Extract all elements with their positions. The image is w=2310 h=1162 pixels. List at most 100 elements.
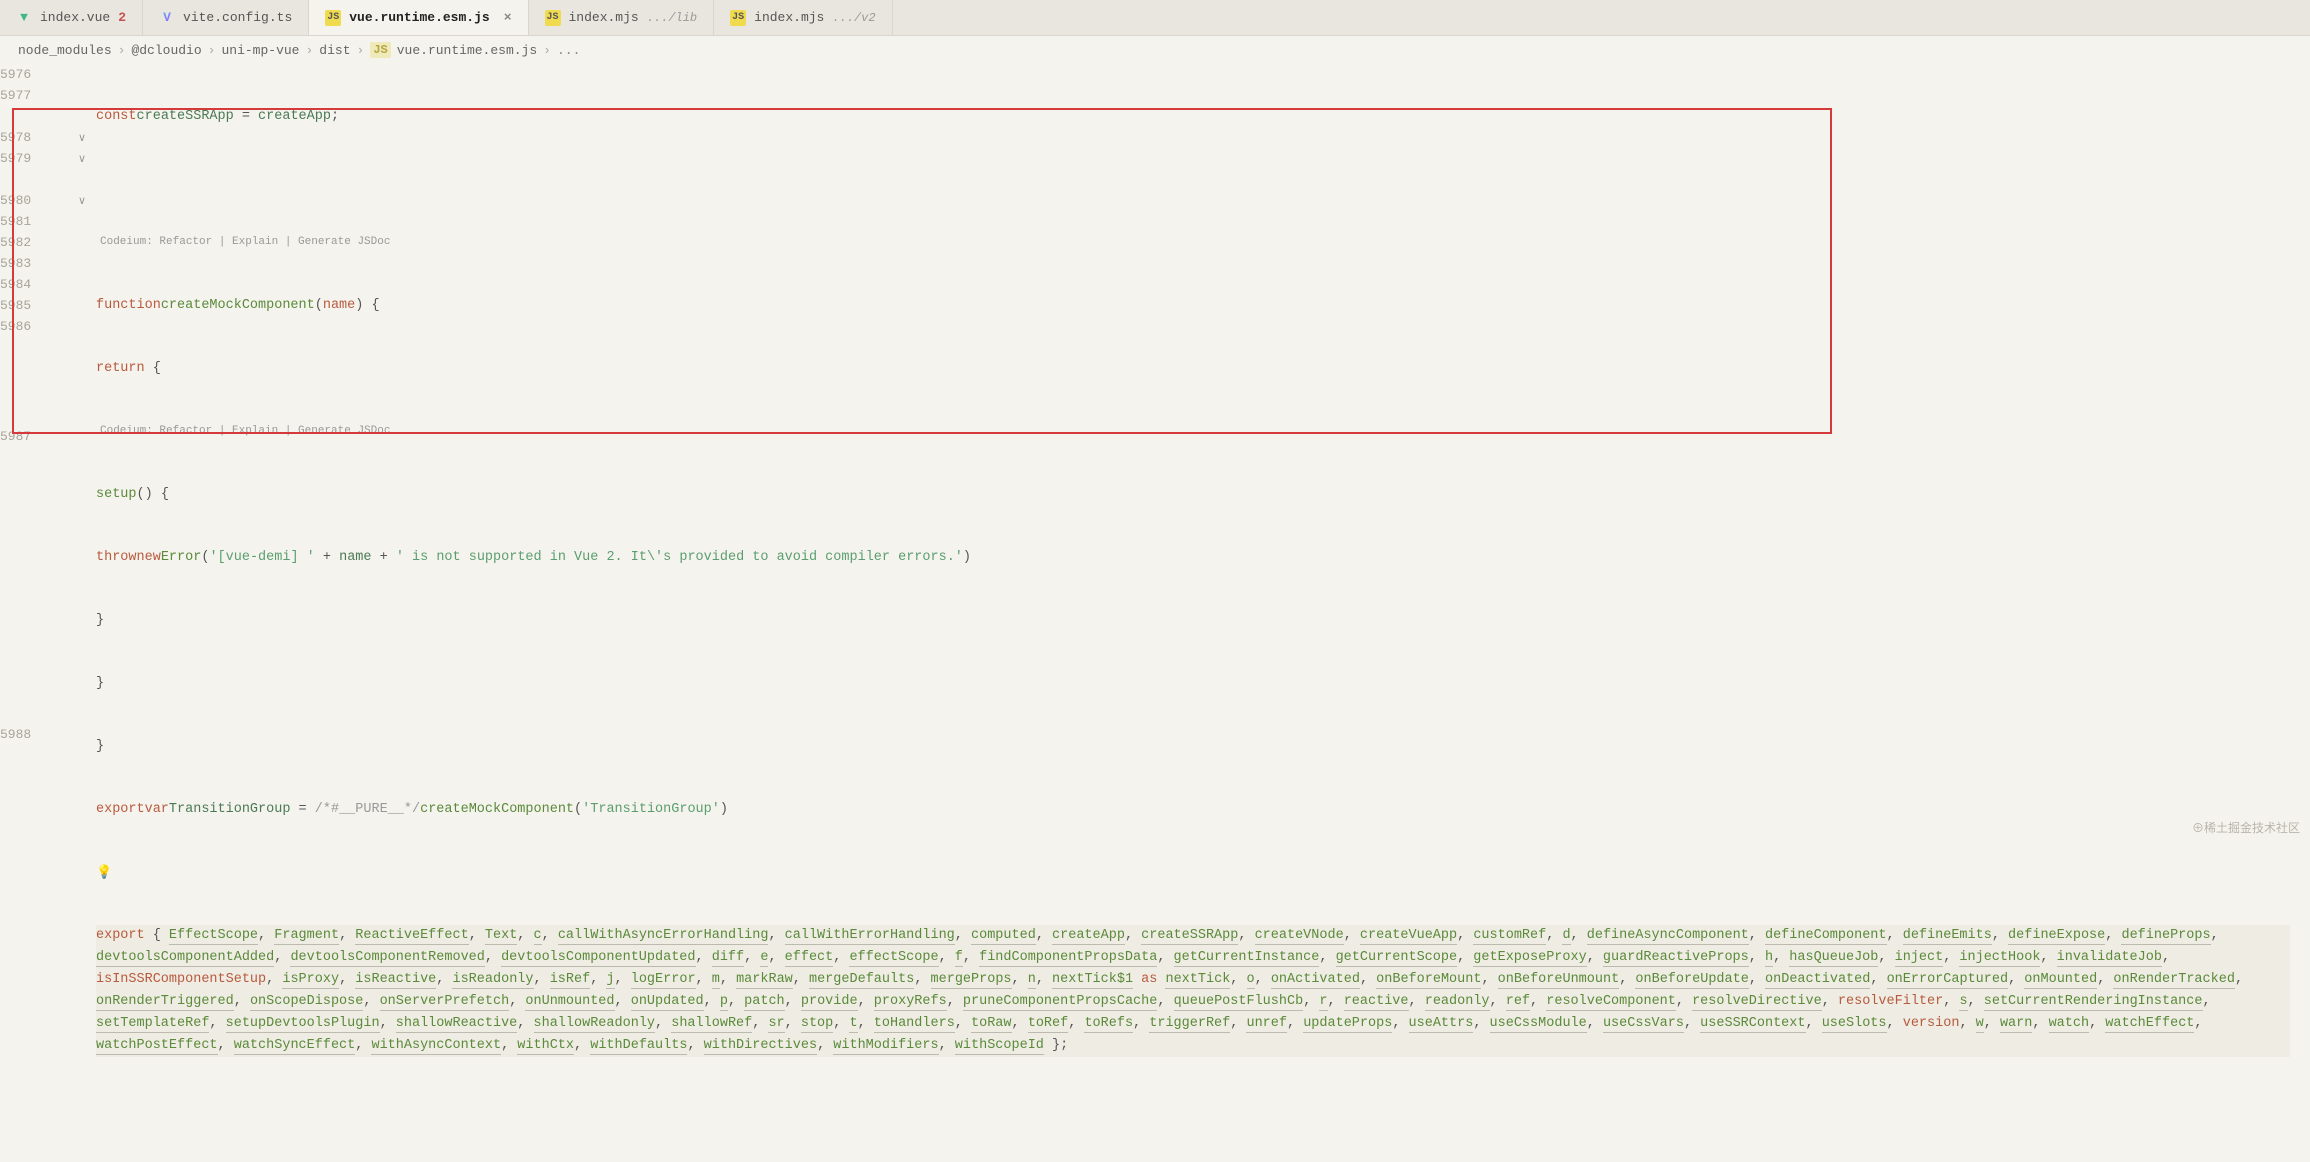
export-item[interactable]: r (1319, 994, 1327, 1011)
export-item[interactable]: useSlots (1822, 1016, 1887, 1033)
code-editor[interactable]: 5976597759785979598059815982598359845985… (0, 64, 2310, 1162)
tab-index-mjs-v2[interactable]: JS index.mjs .../v2 (714, 0, 892, 35)
close-icon[interactable]: × (504, 10, 512, 25)
export-item[interactable]: useCssVars (1603, 1016, 1684, 1033)
fold-toggle[interactable]: ∨ (78, 190, 96, 211)
export-item[interactable]: mergeProps (931, 972, 1012, 989)
export-item[interactable]: ref (1506, 994, 1530, 1011)
export-item[interactable]: reactive (1344, 994, 1409, 1011)
export-item[interactable]: d (1562, 928, 1570, 945)
export-item[interactable]: triggerRef (1149, 1016, 1230, 1033)
export-item[interactable]: guardReactiveProps (1603, 950, 1749, 967)
export-item[interactable]: warn (2000, 1016, 2032, 1033)
export-item[interactable]: watchEffect (2105, 1016, 2194, 1033)
export-item[interactable]: injectHook (1959, 950, 2040, 967)
export-item[interactable]: useCssModule (1490, 1016, 1587, 1033)
export-item[interactable]: nextTick$1 as nextTick (1052, 972, 1230, 989)
export-item[interactable]: onRenderTracked (2113, 972, 2235, 989)
export-item[interactable]: watchPostEffect (96, 1038, 218, 1055)
export-item[interactable]: toRefs (1084, 1016, 1133, 1033)
export-item[interactable]: o (1247, 972, 1255, 989)
export-item[interactable]: provide (801, 994, 858, 1011)
export-item[interactable]: h (1765, 950, 1773, 967)
export-item[interactable]: f (955, 950, 963, 967)
export-item[interactable]: onMounted (2024, 972, 2097, 989)
export-item[interactable]: shallowReactive (396, 1016, 518, 1033)
export-item[interactable]: onBeforeMount (1376, 972, 1481, 989)
export-item[interactable]: updateProps (1303, 1016, 1392, 1033)
export-item[interactable]: withAsyncContext (371, 1038, 501, 1055)
export-item[interactable]: Text (485, 928, 517, 945)
export-item[interactable]: effect (785, 950, 834, 967)
export-item[interactable]: e (760, 950, 768, 967)
export-item[interactable]: createVNode (1255, 928, 1344, 945)
export-item[interactable]: hasQueueJob (1789, 950, 1878, 967)
export-item[interactable]: setupDevtoolsPlugin (226, 1016, 380, 1033)
export-item[interactable]: withCtx (517, 1038, 574, 1055)
codelens[interactable]: Codeium: Refactor | Explain | Generate J… (96, 421, 390, 442)
export-item[interactable]: unref (1246, 1016, 1287, 1033)
export-item[interactable]: onActivated (1271, 972, 1360, 989)
export-item[interactable]: markRaw (736, 972, 793, 989)
export-item[interactable]: onDeactivated (1765, 972, 1870, 989)
export-item[interactable]: devtoolsComponentRemoved (290, 950, 484, 967)
export-item[interactable]: toRef (1028, 1016, 1069, 1033)
export-item[interactable]: queuePostFlushCb (1174, 994, 1304, 1011)
export-item[interactable]: t (849, 1016, 857, 1033)
export-item[interactable]: s (1959, 994, 1967, 1011)
export-item[interactable]: defineComponent (1765, 928, 1887, 945)
export-item[interactable]: watch (2049, 1016, 2090, 1033)
export-item[interactable]: resolveDirective (1692, 994, 1822, 1011)
export-item[interactable]: isReadonly (452, 972, 533, 989)
export-item[interactable]: withModifiers (833, 1038, 938, 1055)
tab-index-vue[interactable]: ▼ index.vue 2 (0, 0, 143, 35)
export-item[interactable]: defineExpose (2008, 928, 2105, 945)
export-item[interactable]: getCurrentScope (1336, 950, 1458, 967)
export-item[interactable]: j (606, 972, 614, 989)
export-item[interactable]: logError (631, 972, 696, 989)
fold-toggle[interactable]: ∨ (78, 148, 96, 169)
export-item[interactable]: resolveComponent (1546, 994, 1676, 1011)
export-item[interactable]: m (712, 972, 720, 989)
export-item[interactable]: withDirectives (704, 1038, 817, 1055)
export-item[interactable]: devtoolsComponentAdded (96, 950, 274, 967)
export-item[interactable]: proxyRefs (874, 994, 947, 1011)
code-content[interactable]: const createSSRApp = createApp; Codeium:… (96, 64, 2310, 1162)
crumb-file[interactable]: vue.runtime.esm.js (397, 43, 537, 58)
export-item[interactable]: mergeDefaults (809, 972, 914, 989)
export-item[interactable]: defineProps (2121, 928, 2210, 945)
export-item[interactable]: resolveFilter (1838, 994, 1943, 1009)
export-item[interactable]: readonly (1425, 994, 1490, 1011)
export-item[interactable]: callWithAsyncErrorHandling (558, 928, 769, 945)
export-item[interactable]: getExposeProxy (1473, 950, 1586, 967)
export-item[interactable]: watchSyncEffect (234, 1038, 356, 1055)
export-item[interactable]: createApp (1052, 928, 1125, 945)
export-item[interactable]: onBeforeUnmount (1498, 972, 1620, 989)
tab-index-mjs-lib[interactable]: JS index.mjs .../lib (529, 0, 715, 35)
export-item[interactable]: withScopeId (955, 1038, 1044, 1055)
export-item[interactable]: isReactive (355, 972, 436, 989)
export-item[interactable]: diff (712, 950, 744, 967)
fold-toggle[interactable]: ∨ (78, 127, 96, 148)
export-item[interactable]: version (1903, 1016, 1960, 1031)
export-item[interactable]: useAttrs (1409, 1016, 1474, 1033)
crumb-tail[interactable]: ... (557, 43, 580, 58)
export-item[interactable]: devtoolsComponentUpdated (501, 950, 695, 967)
export-item[interactable]: setTemplateRef (96, 1016, 209, 1033)
export-item[interactable]: setCurrentRenderingInstance (1984, 994, 2203, 1011)
export-item[interactable]: invalidateJob (2057, 950, 2162, 967)
export-item[interactable]: effectScope (849, 950, 938, 967)
tab-vue-runtime[interactable]: JS vue.runtime.esm.js × (309, 0, 528, 35)
export-item[interactable]: toHandlers (874, 1016, 955, 1033)
export-item[interactable]: c (534, 928, 542, 945)
export-item[interactable]: customRef (1473, 928, 1546, 945)
export-item[interactable]: ReactiveEffect (355, 928, 468, 945)
export-item[interactable]: useSSRContext (1700, 1016, 1805, 1033)
export-item[interactable]: computed (971, 928, 1036, 945)
export-item[interactable]: isInSSRComponentSetup (96, 972, 266, 987)
crumb-uni-mp-vue[interactable]: uni-mp-vue (221, 43, 299, 58)
export-item[interactable]: onRenderTriggered (96, 994, 234, 1011)
export-item[interactable]: onBeforeUpdate (1635, 972, 1748, 989)
export-item[interactable]: onUpdated (631, 994, 704, 1011)
export-item[interactable]: shallowReadonly (534, 1016, 656, 1033)
